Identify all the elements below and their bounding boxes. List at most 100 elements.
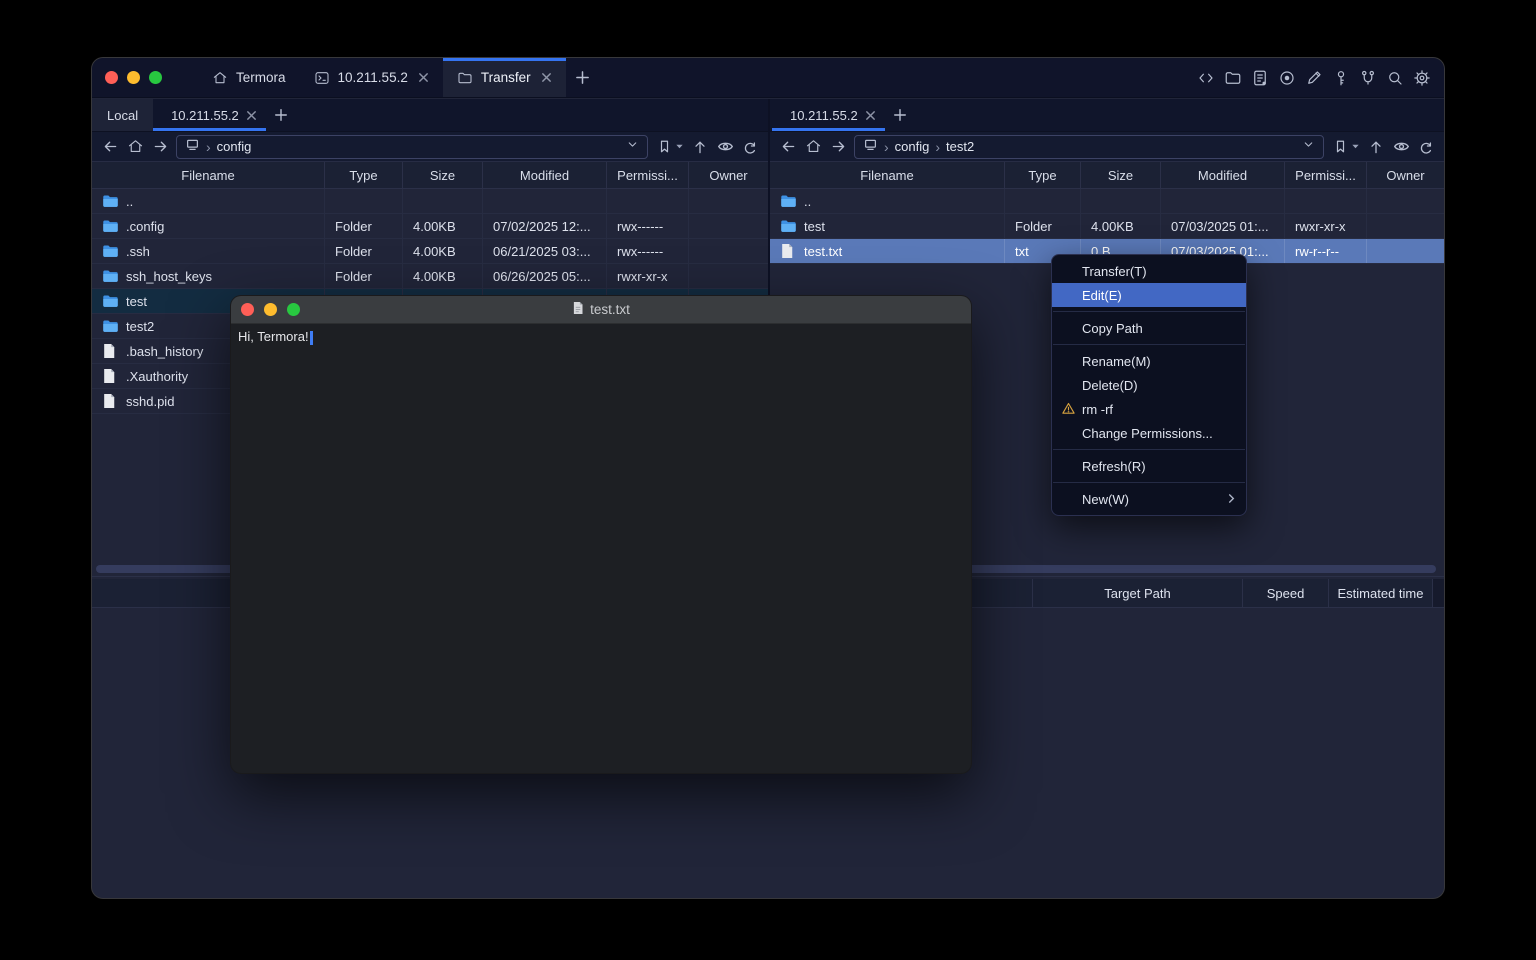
table-row[interactable]: ssh_host_keys Folder 4.00KB 06/26/2025 0…	[92, 264, 768, 289]
editor-titlebar[interactable]: test.txt	[231, 296, 971, 324]
back-icon[interactable]	[779, 138, 797, 156]
column-header[interactable]: Speed	[1242, 579, 1328, 607]
close-window-button[interactable]	[105, 71, 118, 84]
tab-transfer[interactable]: Transfer	[443, 58, 566, 97]
file-type-icon	[102, 318, 119, 334]
key-icon[interactable]	[1332, 69, 1350, 87]
edit-icon[interactable]	[1305, 69, 1323, 87]
table-row[interactable]: ..	[770, 189, 1444, 214]
submenu-chevron-icon	[1226, 493, 1237, 504]
upload-icon[interactable]	[1367, 138, 1385, 156]
close-tab-icon[interactable]	[541, 72, 552, 83]
bookmark-caret-icon[interactable]	[1351, 138, 1360, 156]
tab-remote-host[interactable]: 10.211.55.2	[772, 99, 885, 131]
tab-ssh-session[interactable]: 10.211.55.2	[300, 58, 443, 97]
column-header[interactable]: Permissi...	[1285, 162, 1367, 188]
file-type-icon	[102, 243, 119, 259]
bookmark-icon[interactable]	[655, 138, 673, 156]
context-menu-item[interactable]: Transfer(T)	[1052, 259, 1246, 283]
editor-content[interactable]: Hi, Termora!	[231, 324, 971, 350]
new-panel-tab-button[interactable]	[885, 99, 915, 131]
context-menu-item[interactable]	[1053, 344, 1245, 345]
home-icon[interactable]	[126, 138, 144, 156]
file-size: 4.00KB	[403, 214, 483, 238]
file-type-icon	[102, 268, 119, 284]
column-header[interactable]: Permissi...	[607, 162, 689, 188]
column-header[interactable]: Size	[403, 162, 483, 188]
forward-icon[interactable]	[829, 138, 847, 156]
folder-icon[interactable]	[1224, 69, 1242, 87]
context-menu-item[interactable]: Rename(M)	[1052, 349, 1246, 373]
branch-icon[interactable]	[1359, 69, 1377, 87]
record-icon[interactable]	[1278, 69, 1296, 87]
file-modified: 07/03/2025 01:...	[1161, 214, 1285, 238]
close-tab-icon[interactable]	[865, 110, 876, 121]
home-icon[interactable]	[804, 138, 822, 156]
left-path-field[interactable]: ›config	[176, 135, 648, 159]
breadcrumb-item[interactable]: config	[217, 139, 252, 154]
column-header[interactable]: Filename	[770, 162, 1005, 188]
refresh-icon[interactable]	[1417, 138, 1435, 156]
bookmark-icon[interactable]	[1331, 138, 1349, 156]
context-menu-item[interactable]: Edit(E)	[1052, 283, 1246, 307]
log-icon[interactable]	[1251, 69, 1269, 87]
close-tab-icon[interactable]	[418, 72, 429, 83]
table-row[interactable]: .ssh Folder 4.00KB 06/21/2025 03:... rwx…	[92, 239, 768, 264]
close-tab-icon[interactable]	[246, 110, 257, 121]
context-menu-item[interactable]	[1053, 482, 1245, 483]
zoom-window-button[interactable]	[149, 71, 162, 84]
search-icon[interactable]	[1386, 69, 1404, 87]
context-menu-item[interactable]: Copy Path	[1052, 316, 1246, 340]
new-panel-tab-button[interactable]	[266, 99, 296, 131]
minimize-window-button[interactable]	[264, 303, 277, 316]
table-row[interactable]: test Folder 4.00KB 07/03/2025 01:... rwx…	[770, 214, 1444, 239]
show-hidden-eye-icon[interactable]	[716, 138, 734, 156]
column-header[interactable]: Size	[1081, 162, 1161, 188]
table-row[interactable]: ..	[92, 189, 768, 214]
file-modified	[483, 189, 607, 213]
show-hidden-eye-icon[interactable]	[1392, 138, 1410, 156]
file-permissions: rw-r--r--	[1285, 239, 1367, 263]
context-menu-item[interactable]: Change Permissions...	[1052, 421, 1246, 445]
table-row[interactable]: .config Folder 4.00KB 07/02/2025 12:... …	[92, 214, 768, 239]
tab-remote-host[interactable]: 10.211.55.2	[153, 99, 266, 131]
column-header[interactable]: Owner	[689, 162, 768, 188]
breadcrumb-item[interactable]: config	[895, 139, 930, 154]
context-menu-item[interactable]: Delete(D)	[1052, 373, 1246, 397]
upload-icon[interactable]	[691, 138, 709, 156]
context-menu-item[interactable]	[1053, 311, 1245, 312]
back-icon[interactable]	[101, 138, 119, 156]
tab-label: 10.211.55.2	[790, 108, 858, 123]
chevron-down-icon[interactable]	[1302, 138, 1315, 156]
zoom-window-button[interactable]	[287, 303, 300, 316]
column-header[interactable]: Estimated time	[1328, 579, 1432, 607]
right-path-field[interactable]: ›config›test2	[854, 135, 1324, 159]
new-tab-button[interactable]	[566, 58, 600, 97]
screen: Termora 10.211.55.2 Transfer	[0, 0, 1536, 960]
column-header[interactable]: Filename	[92, 162, 325, 188]
column-header[interactable]: Target Path	[1032, 579, 1242, 607]
close-window-button[interactable]	[241, 303, 254, 316]
column-header[interactable]: Modified	[483, 162, 607, 188]
context-menu-item[interactable]: Refresh(R)	[1052, 454, 1246, 478]
bookmark-caret-icon[interactable]	[675, 138, 684, 156]
refresh-icon[interactable]	[741, 138, 759, 156]
minimize-window-button[interactable]	[127, 71, 140, 84]
context-menu-item[interactable]: rm -rf	[1052, 397, 1246, 421]
tab-termora-home[interactable]: Termora	[198, 58, 300, 97]
context-menu-item[interactable]	[1053, 449, 1245, 450]
breadcrumb-item[interactable]: test2	[946, 139, 974, 154]
column-header[interactable]: Type	[1005, 162, 1081, 188]
column-header[interactable]: Modified	[1161, 162, 1285, 188]
chevron-down-icon[interactable]	[626, 138, 639, 156]
settings-icon[interactable]	[1413, 69, 1431, 87]
code-icon[interactable]	[1197, 69, 1215, 87]
file-name: ..	[804, 194, 811, 209]
file-type: Folder	[325, 214, 403, 238]
column-header[interactable]: Type	[325, 162, 403, 188]
column-header[interactable]: Owner	[1367, 162, 1444, 188]
forward-icon[interactable]	[151, 138, 169, 156]
context-menu-item[interactable]: New(W)	[1052, 487, 1246, 511]
tab-label: Transfer	[481, 70, 531, 85]
tab-local[interactable]: Local	[92, 99, 153, 131]
